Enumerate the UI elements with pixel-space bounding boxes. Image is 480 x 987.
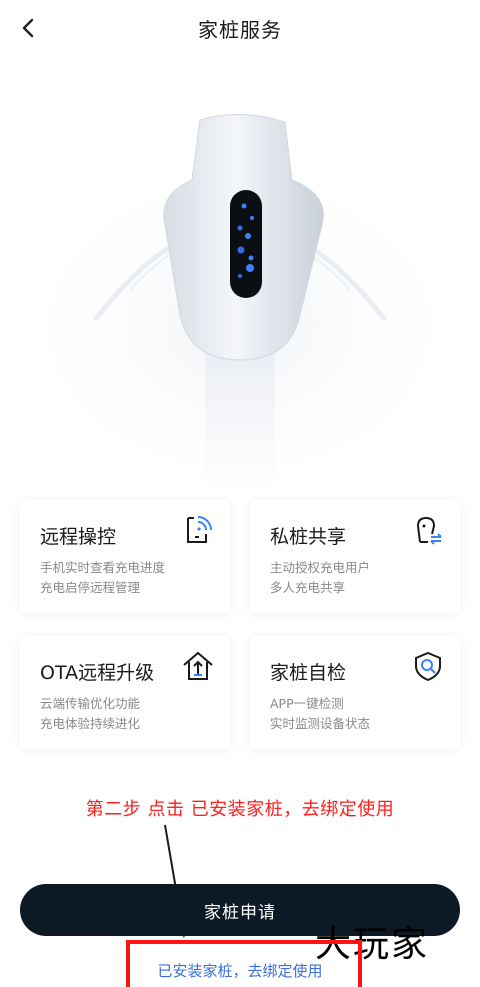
card-desc-line2: 充电体验持续进化 — [40, 716, 141, 731]
card-desc-line1: 主动授权充电用户 — [270, 560, 371, 575]
charger-share-icon — [416, 516, 442, 545]
card-self-check[interactable]: 家桩自检 APP一键检测 实时监测设备状态 — [250, 636, 460, 749]
card-ota-upgrade[interactable]: OTA远程升级 云端传输优化功能 充电体验持续进化 — [20, 636, 230, 749]
card-desc-line2: 实时监测设备状态 — [270, 716, 371, 731]
shield-search-icon — [415, 651, 441, 682]
card-desc-line2: 充电启停远程管理 — [40, 580, 141, 595]
card-desc-line1: APP一键检测 — [270, 696, 344, 711]
card-title: 远程操控 — [40, 526, 117, 548]
tutorial-annotation: 第二步 点击 已安装家桩，去绑定使用 — [85, 799, 395, 820]
card-remote-control[interactable]: 远程操控 手机实时查看充电进度 充电启停远程管理 — [20, 500, 230, 613]
header: 家桩服务 — [0, 0, 480, 60]
installed-bind-link[interactable]: 已安装家桩，去绑定使用 — [0, 960, 480, 981]
charger-illustration — [0, 60, 480, 490]
apply-charger-label: 家桩申请 — [204, 902, 276, 923]
card-desc-line1: 云端传输优化功能 — [40, 696, 141, 711]
page-title: 家桩服务 — [198, 18, 282, 42]
house-upgrade-icon — [183, 651, 213, 680]
card-title: 私桩共享 — [270, 526, 347, 548]
card-private-share[interactable]: 私桩共享 主动授权充电用户 多人充电共享 — [250, 500, 460, 613]
card-desc-line2: 多人充电共享 — [270, 580, 346, 595]
phone-signal-icon — [187, 516, 212, 543]
card-title: OTA远程升级 — [40, 662, 155, 684]
card-title: 家桩自检 — [270, 662, 347, 684]
card-desc-line1: 手机实时查看充电进度 — [40, 560, 166, 575]
